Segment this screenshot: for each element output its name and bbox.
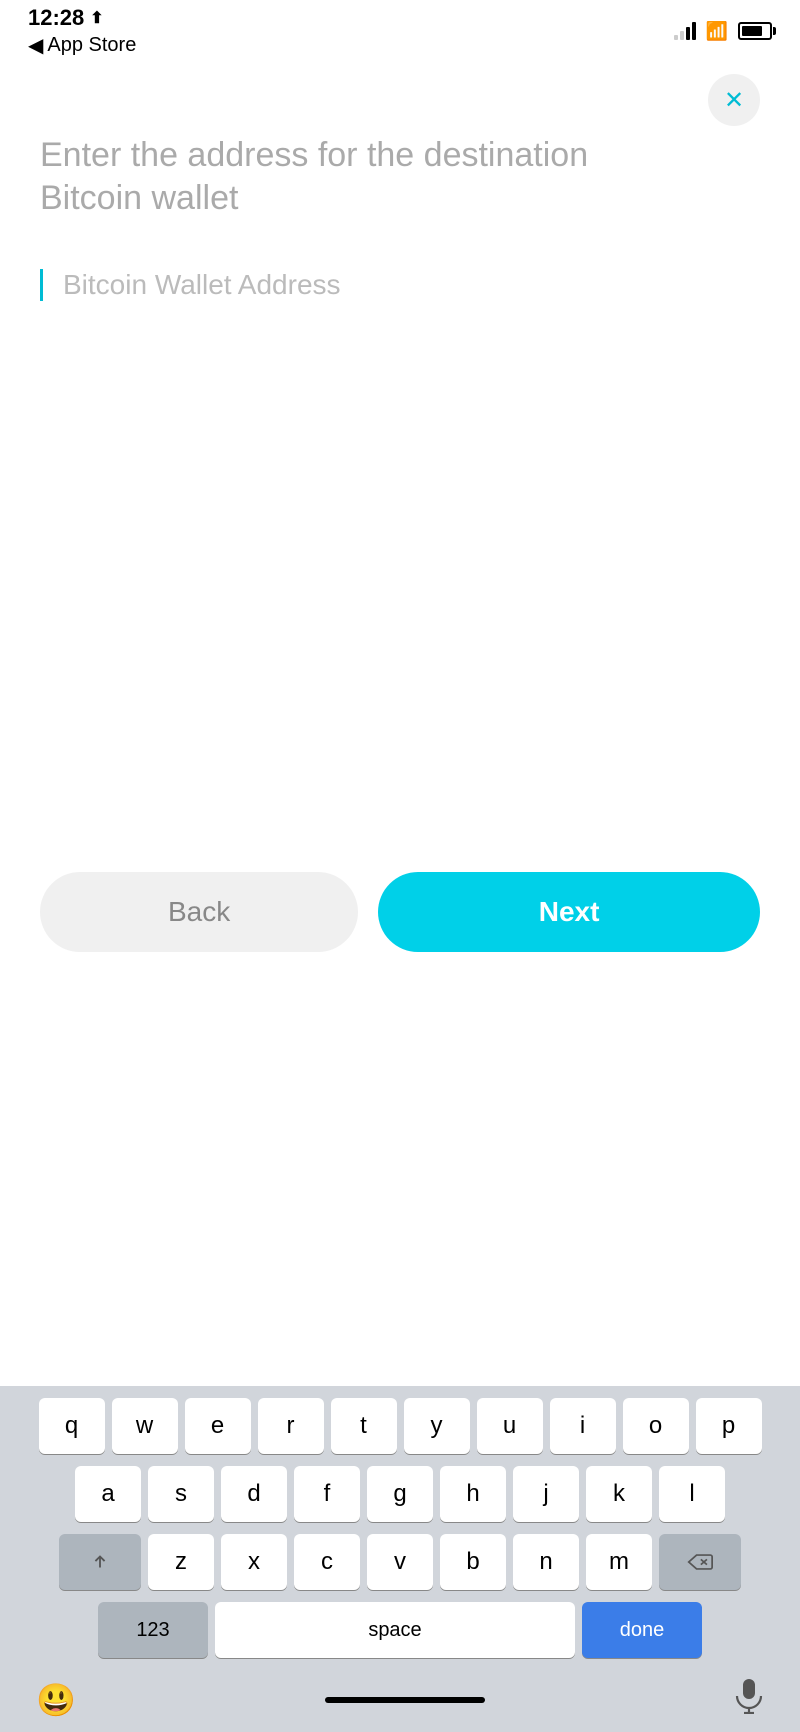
- keyboard-row-2: a s d f g h j k l: [6, 1466, 794, 1522]
- keyboard: q w e r t y u i o p a s d f g h j k l z …: [0, 1386, 800, 1732]
- key-y[interactable]: y: [404, 1398, 470, 1454]
- page-title: Enter the address for the destination Bi…: [40, 134, 760, 219]
- status-left: 12:28 ⬆ ◀ App Store: [28, 5, 136, 58]
- key-d[interactable]: d: [221, 1466, 287, 1522]
- key-a[interactable]: a: [75, 1466, 141, 1522]
- wifi-icon: 📶: [706, 21, 728, 42]
- wallet-address-input[interactable]: [63, 269, 760, 301]
- numbers-key[interactable]: 123: [98, 1602, 208, 1658]
- keyboard-row-3: z x c v b n m: [6, 1534, 794, 1590]
- back-button[interactable]: Back: [40, 872, 358, 952]
- wallet-input-container: [40, 269, 760, 301]
- key-q[interactable]: q: [39, 1398, 105, 1454]
- key-n[interactable]: n: [513, 1534, 579, 1590]
- status-bar: 12:28 ⬆ ◀ App Store 📶: [0, 0, 800, 54]
- battery-icon: [738, 22, 772, 40]
- key-l[interactable]: l: [659, 1466, 725, 1522]
- time-label: 12:28: [28, 5, 84, 31]
- key-k[interactable]: k: [586, 1466, 652, 1522]
- key-i[interactable]: i: [550, 1398, 616, 1454]
- key-o[interactable]: o: [623, 1398, 689, 1454]
- close-icon: ✕: [724, 86, 744, 115]
- shift-key[interactable]: [59, 1534, 141, 1590]
- key-h[interactable]: h: [440, 1466, 506, 1522]
- buttons-area: Back Next: [40, 872, 760, 952]
- key-x[interactable]: x: [221, 1534, 287, 1590]
- close-button[interactable]: ✕: [708, 74, 760, 126]
- status-time: 12:28 ⬆: [28, 5, 136, 31]
- space-key[interactable]: space: [215, 1602, 575, 1658]
- signal-icon: [674, 22, 696, 40]
- keyboard-bottom-bar: 😃: [6, 1668, 794, 1732]
- key-m[interactable]: m: [586, 1534, 652, 1590]
- key-w[interactable]: w: [112, 1398, 178, 1454]
- status-right: 📶: [674, 21, 772, 42]
- key-r[interactable]: r: [258, 1398, 324, 1454]
- done-key[interactable]: done: [582, 1602, 702, 1658]
- keyboard-bottom-row: 123 space done: [6, 1602, 794, 1658]
- emoji-icon[interactable]: 😃: [36, 1681, 76, 1719]
- key-b[interactable]: b: [440, 1534, 506, 1590]
- delete-key[interactable]: [659, 1534, 741, 1590]
- key-p[interactable]: p: [696, 1398, 762, 1454]
- key-e[interactable]: e: [185, 1398, 251, 1454]
- microphone-icon[interactable]: [734, 1678, 764, 1722]
- keyboard-row-1: q w e r t y u i o p: [6, 1398, 794, 1454]
- home-indicator: [325, 1697, 485, 1703]
- location-icon: ⬆: [90, 8, 103, 28]
- key-f[interactable]: f: [294, 1466, 360, 1522]
- key-z[interactable]: z: [148, 1534, 214, 1590]
- key-s[interactable]: s: [148, 1466, 214, 1522]
- key-t[interactable]: t: [331, 1398, 397, 1454]
- key-v[interactable]: v: [367, 1534, 433, 1590]
- key-j[interactable]: j: [513, 1466, 579, 1522]
- key-u[interactable]: u: [477, 1398, 543, 1454]
- main-content: ✕ Enter the address for the destination …: [0, 54, 800, 351]
- key-g[interactable]: g: [367, 1466, 433, 1522]
- next-button[interactable]: Next: [378, 872, 760, 952]
- key-c[interactable]: c: [294, 1534, 360, 1590]
